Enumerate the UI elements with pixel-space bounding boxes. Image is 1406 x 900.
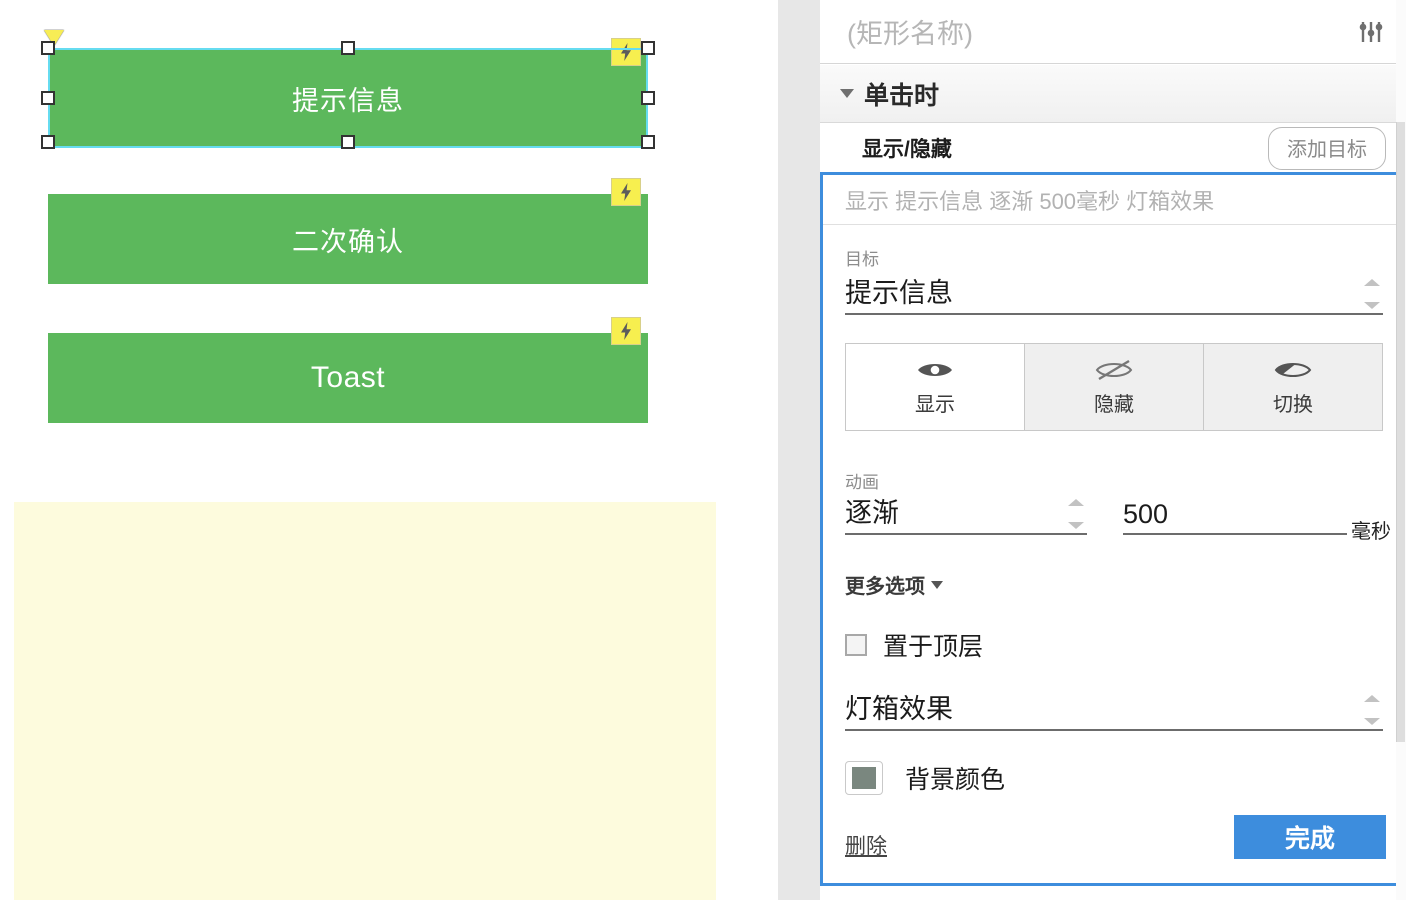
resize-handle-n[interactable] <box>341 41 355 55</box>
shape-label: 二次确认 <box>292 226 404 257</box>
case-label: 显示/隐藏 <box>862 138 952 161</box>
lightbox-select[interactable]: 灯箱效果 <box>845 687 1383 731</box>
resize-handle-sw[interactable] <box>41 135 55 149</box>
eye-open-icon <box>916 357 954 383</box>
lightning-bolt-icon[interactable] <box>611 317 641 345</box>
animation-value: 逐渐 <box>845 498 899 528</box>
action-summary-text: 显示 提示信息 逐渐 500毫秒 灯箱效果 <box>845 188 1215 214</box>
interactions-panel: (矩形名称) 单击时 显示/隐藏 添加目标 显示 提示信息 逐渐 500毫秒 灯… <box>820 0 1406 900</box>
visibility-option-toggle[interactable]: 切换 <box>1204 344 1382 430</box>
sliders-icon[interactable] <box>1354 15 1388 49</box>
action-summary: 显示 提示信息 逐渐 500毫秒 灯箱效果 <box>823 175 1400 225</box>
color-swatch <box>852 767 876 789</box>
event-header-onclick[interactable]: 单击时 <box>820 65 1406 123</box>
target-value: 提示信息 <box>845 278 953 308</box>
eye-slash-icon <box>1095 357 1133 383</box>
note-region <box>14 502 716 900</box>
done-button[interactable]: 完成 <box>1234 815 1386 859</box>
visibility-option-show[interactable]: 显示 <box>846 344 1025 430</box>
delete-link[interactable]: 删除 <box>845 830 887 860</box>
stepper-updown-icon[interactable] <box>1363 695 1381 725</box>
background-color-row[interactable]: 背景颜色 <box>845 760 1005 796</box>
shape-toast[interactable]: Toast <box>48 333 648 423</box>
canvas-panel-gutter <box>778 0 820 900</box>
triangle-down-icon <box>931 580 943 589</box>
shape-name-input[interactable]: (矩形名称) <box>847 12 1354 51</box>
shape-label: Toast <box>310 361 386 394</box>
shape-tip-message[interactable]: 提示信息 <box>48 48 648 148</box>
stepper-updown-icon[interactable] <box>1067 499 1085 529</box>
bring-to-front-label: 置于顶层 <box>883 633 984 661</box>
action-editor: 显示 提示信息 逐渐 500毫秒 灯箱效果 目标 提示信息 显示 隐藏 切换 动… <box>820 172 1403 886</box>
stepper-updown-icon[interactable] <box>1363 279 1381 309</box>
case-row-show-hide[interactable]: 显示/隐藏 添加目标 <box>820 124 1406 172</box>
add-target-button[interactable]: 添加目标 <box>1268 126 1386 170</box>
shape-second-confirm[interactable]: 二次确认 <box>48 194 648 284</box>
duration-value: 500 <box>1123 499 1169 529</box>
resize-handle-e[interactable] <box>641 91 655 105</box>
animation-select[interactable]: 逐渐 <box>845 493 1087 535</box>
background-color-label: 背景颜色 <box>905 766 1006 794</box>
duration-input[interactable]: 500 <box>1123 493 1347 535</box>
visibility-option-label: 切换 <box>1273 394 1313 416</box>
visibility-segmented-control[interactable]: 显示 隐藏 切换 <box>845 343 1383 431</box>
more-options-label: 更多选项 <box>845 576 925 598</box>
bring-to-front-checkbox[interactable] <box>845 634 867 656</box>
duration-unit-label: 毫秒 <box>1351 521 1391 543</box>
target-select[interactable]: 提示信息 <box>845 271 1383 315</box>
resize-handle-ne[interactable] <box>641 41 655 55</box>
more-options-toggle[interactable]: 更多选项 <box>845 570 943 599</box>
resize-handle-s[interactable] <box>341 135 355 149</box>
visibility-option-label: 隐藏 <box>1094 394 1134 416</box>
visibility-option-label: 显示 <box>915 394 955 416</box>
resize-handle-se[interactable] <box>641 135 655 149</box>
app-root: 提示信息 二次确认 Toast (矩形名称) 单击时 显示/隐藏 添加目标 显示… <box>0 0 1406 900</box>
visibility-option-hide[interactable]: 隐藏 <box>1025 344 1204 430</box>
resize-handle-nw[interactable] <box>41 41 55 55</box>
target-label: 目标 <box>845 250 879 269</box>
lightning-bolt-icon[interactable] <box>611 178 641 206</box>
lightbox-value: 灯箱效果 <box>845 694 953 724</box>
panel-scrollbar-thumb[interactable] <box>1396 122 1405 742</box>
lightning-bolt-icon[interactable] <box>611 38 641 66</box>
shape-label: 提示信息 <box>292 85 404 116</box>
panel-header: (矩形名称) <box>820 0 1406 64</box>
color-swatch-button[interactable] <box>845 761 883 795</box>
animation-label: 动画 <box>845 473 879 492</box>
bring-to-front-row[interactable]: 置于顶层 <box>845 627 983 663</box>
design-canvas[interactable]: 提示信息 二次确认 Toast <box>0 0 778 900</box>
event-title: 单击时 <box>864 81 940 110</box>
resize-handle-w[interactable] <box>41 91 55 105</box>
eye-toggle-icon <box>1274 357 1312 383</box>
triangle-down-icon[interactable] <box>840 89 854 98</box>
